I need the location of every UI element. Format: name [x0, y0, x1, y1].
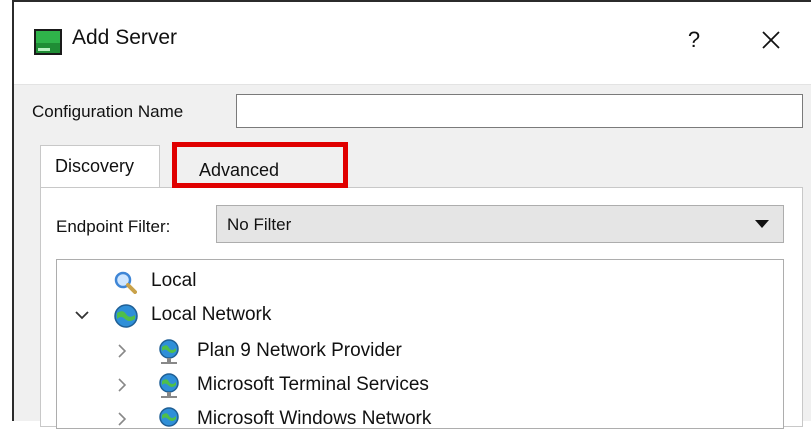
- network-provider-icon: [159, 373, 179, 398]
- tree-item-label: Local: [151, 270, 197, 291]
- chevron-down-icon[interactable]: [75, 310, 89, 320]
- title-bar: Add Server ?: [14, 2, 811, 85]
- search-icon: [114, 271, 137, 294]
- tree-item-label: Local Network: [151, 304, 272, 325]
- chevron-right-icon[interactable]: [117, 412, 127, 426]
- network-provider-icon: [159, 339, 179, 364]
- tree-item-label: Microsoft Windows Network: [197, 408, 432, 429]
- add-server-dialog: Add Server ? Configuration Name Discover…: [12, 0, 811, 429]
- close-button[interactable]: [749, 20, 793, 60]
- tab-discovery[interactable]: Discovery: [40, 145, 160, 187]
- network-provider-icon: [159, 407, 179, 427]
- close-icon: [762, 31, 780, 49]
- endpoint-filter-value: No Filter: [227, 215, 292, 234]
- tree-item-local-network[interactable]: Local Network: [57, 302, 783, 330]
- tree-item-label: Plan 9 Network Provider: [197, 340, 402, 361]
- tab-discovery-label: Discovery: [55, 156, 135, 176]
- tree-item-local[interactable]: Local: [57, 268, 783, 296]
- tree-item-microsoft-windows-network[interactable]: Microsoft Windows Network: [57, 406, 783, 429]
- tab-advanced-label: Advanced: [199, 160, 280, 180]
- app-icon: [34, 29, 62, 55]
- server-tree[interactable]: Local Local Network Plan 9 Network Provi…: [56, 259, 784, 429]
- window-title: Add Server: [72, 26, 178, 49]
- chevron-right-icon[interactable]: [117, 378, 127, 392]
- dropdown-arrow-icon: [755, 220, 769, 228]
- tab-advanced[interactable]: Advanced: [172, 142, 348, 188]
- help-button[interactable]: ?: [674, 20, 714, 60]
- endpoint-filter-dropdown[interactable]: No Filter: [216, 205, 784, 243]
- tree-item-label: Microsoft Terminal Services: [197, 374, 429, 395]
- chevron-right-icon[interactable]: [117, 344, 127, 358]
- network-globe-icon: [114, 304, 138, 328]
- tree-item-microsoft-terminal-services[interactable]: Microsoft Terminal Services: [57, 372, 783, 400]
- endpoint-filter-label: Endpoint Filter:: [56, 217, 171, 236]
- configuration-name-input[interactable]: [236, 94, 803, 128]
- configuration-name-label: Configuration Name: [32, 102, 184, 121]
- tree-item-plan9-network-provider[interactable]: Plan 9 Network Provider: [57, 338, 783, 366]
